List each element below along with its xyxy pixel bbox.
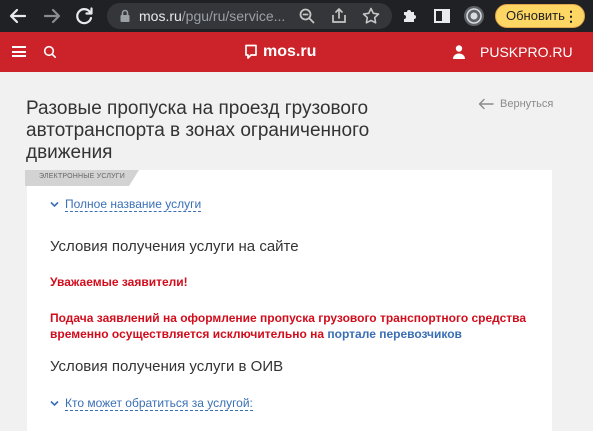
share-icon[interactable] [329,6,349,26]
back-arrow-icon[interactable] [6,4,30,28]
user-name-link[interactable]: PUSKPRO.RU [480,43,573,61]
full-name-toggle-label: Полное название услуги [65,197,202,212]
address-bar[interactable]: mos.ru/pgu/ru/service... [107,3,392,29]
who-can-apply-label: Кто может обратиться за услугой: [65,396,253,411]
notice-body: Подача заявлений на оформление пропуска … [50,310,540,342]
section-site-conditions: Условия получения услуги на сайте [50,238,299,255]
back-link-label: Вернуться [500,98,554,110]
site-header: mos.ru PUSKPRO.RU [0,32,593,72]
update-button-label: Обновить [506,8,565,23]
lock-icon[interactable] [117,8,133,24]
bookmark-star-icon[interactable] [361,6,381,26]
chevron-down-icon [50,201,59,208]
profile-avatar-icon[interactable] [462,4,486,28]
update-browser-button[interactable]: Обновить ⋮ [495,4,585,28]
carriers-portal-link[interactable]: портале перевозчиков [327,327,462,341]
reload-icon[interactable] [72,4,96,28]
chevron-down-icon [50,400,59,407]
logo-text: mos.ru [263,43,317,60]
zoom-icon[interactable] [297,6,317,26]
arrow-left-icon [478,98,494,110]
forward-arrow-icon[interactable] [40,4,64,28]
hamburger-menu-icon[interactable] [12,46,26,57]
notice-heading: Уважаемые заявители! [50,275,188,289]
user-icon[interactable] [452,44,466,60]
e-services-tag-label: ЭЛЕКТРОННЫЕ УСЛУГИ [39,173,126,180]
url-text[interactable]: mos.ru/pgu/ru/service... [139,3,285,29]
back-link[interactable]: Вернуться [478,96,553,112]
side-panel-icon[interactable] [430,4,454,28]
section-oiv-conditions: Условия получения услуги в ОИВ [50,358,284,375]
page-title: Разовые пропуска на проезд грузового авт… [26,98,370,163]
search-icon[interactable] [42,44,58,60]
browser-toolbar: mos.ru/pgu/ru/service... Обновить ⋮ [0,0,593,32]
more-menu-icon[interactable]: ⋮ [564,5,578,27]
extensions-puzzle-icon[interactable] [398,4,422,28]
logo-icon [245,44,257,59]
